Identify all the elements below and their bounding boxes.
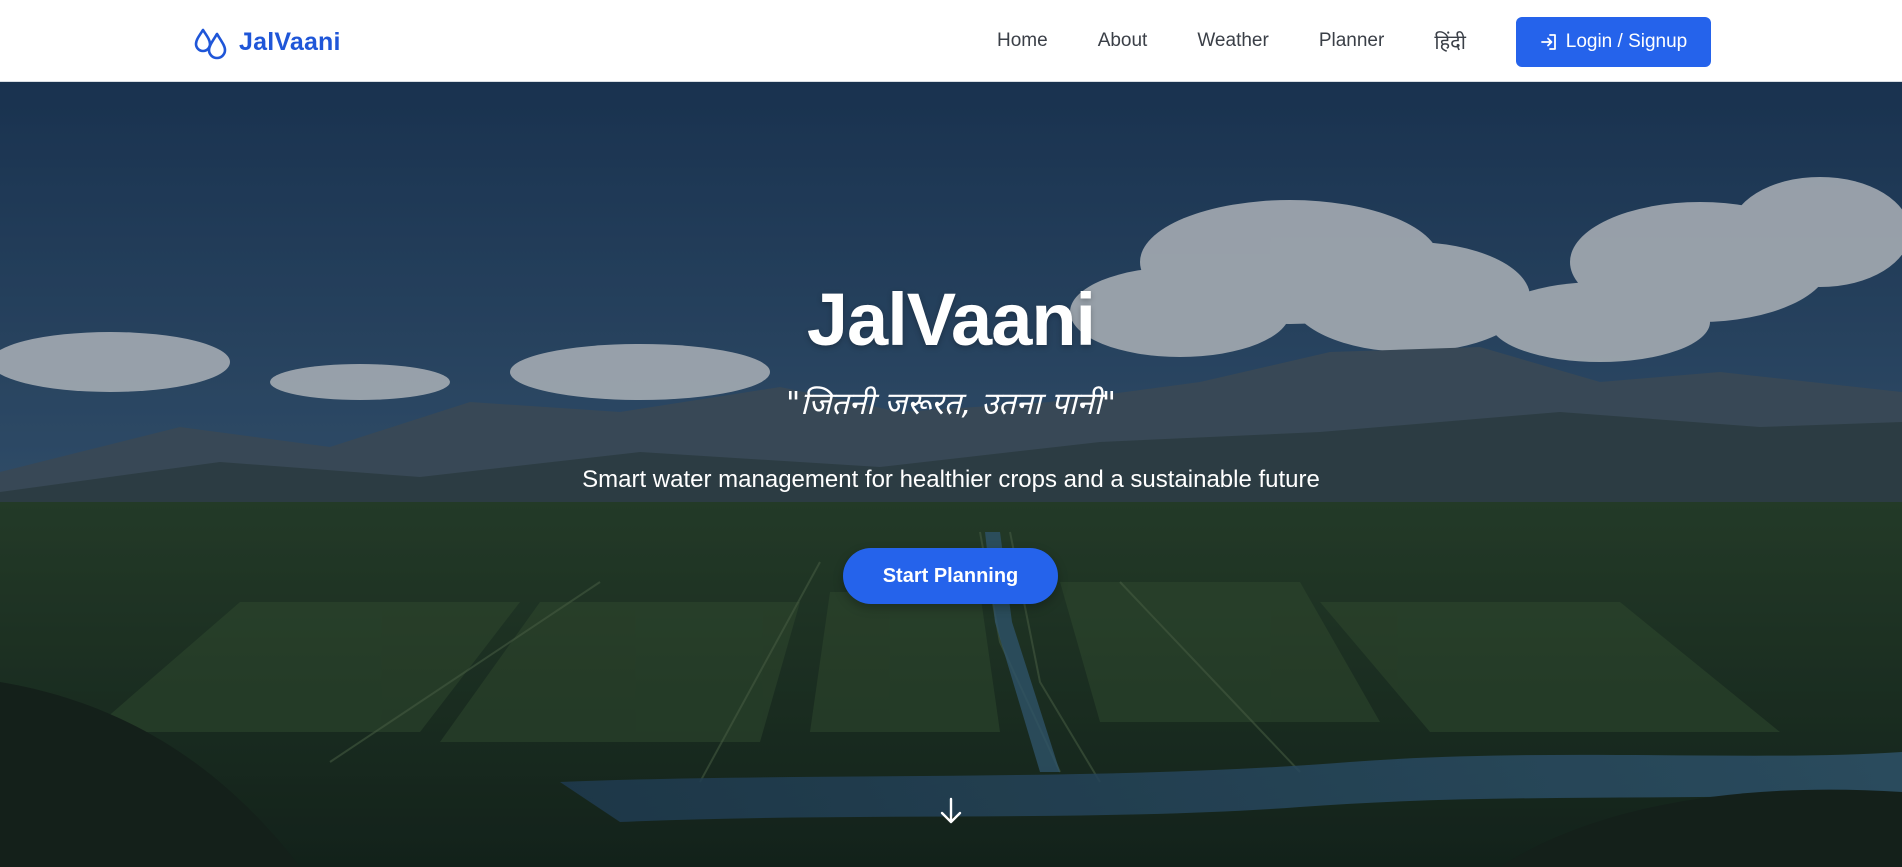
hero-section: JalVaani "जितनी जरूरत, उतना पानी" Smart … xyxy=(0,82,1902,867)
login-signup-label: Login / Signup xyxy=(1565,31,1688,52)
main-nav: Home About Weather Planner हिंदी xyxy=(997,0,1502,82)
nav-weather[interactable]: Weather xyxy=(1197,30,1268,52)
start-planning-button[interactable]: Start Planning xyxy=(843,548,1058,604)
nav-home[interactable]: Home xyxy=(997,30,1048,52)
brand-logo[interactable]: JalVaani xyxy=(193,24,341,60)
login-signup-button[interactable]: Login / Signup xyxy=(1516,17,1711,67)
login-icon xyxy=(1540,34,1556,50)
hero-title: JalVaani xyxy=(806,278,1096,361)
nav-about[interactable]: About xyxy=(1098,30,1148,52)
arrow-down-icon[interactable] xyxy=(938,796,964,826)
navbar: JalVaani Home About Weather Planner हिंद… xyxy=(0,0,1902,82)
nav-planner[interactable]: Planner xyxy=(1319,30,1385,52)
water-drops-icon xyxy=(194,28,227,60)
brand-name: JalVaani xyxy=(239,27,341,56)
language-toggle-hindi[interactable]: हिंदी xyxy=(1434,28,1466,55)
hero-tagline: "जितनी जरूरत, उतना पानी" xyxy=(785,386,1117,422)
hero-subtitle: Smart water management for healthier cro… xyxy=(582,466,1320,493)
